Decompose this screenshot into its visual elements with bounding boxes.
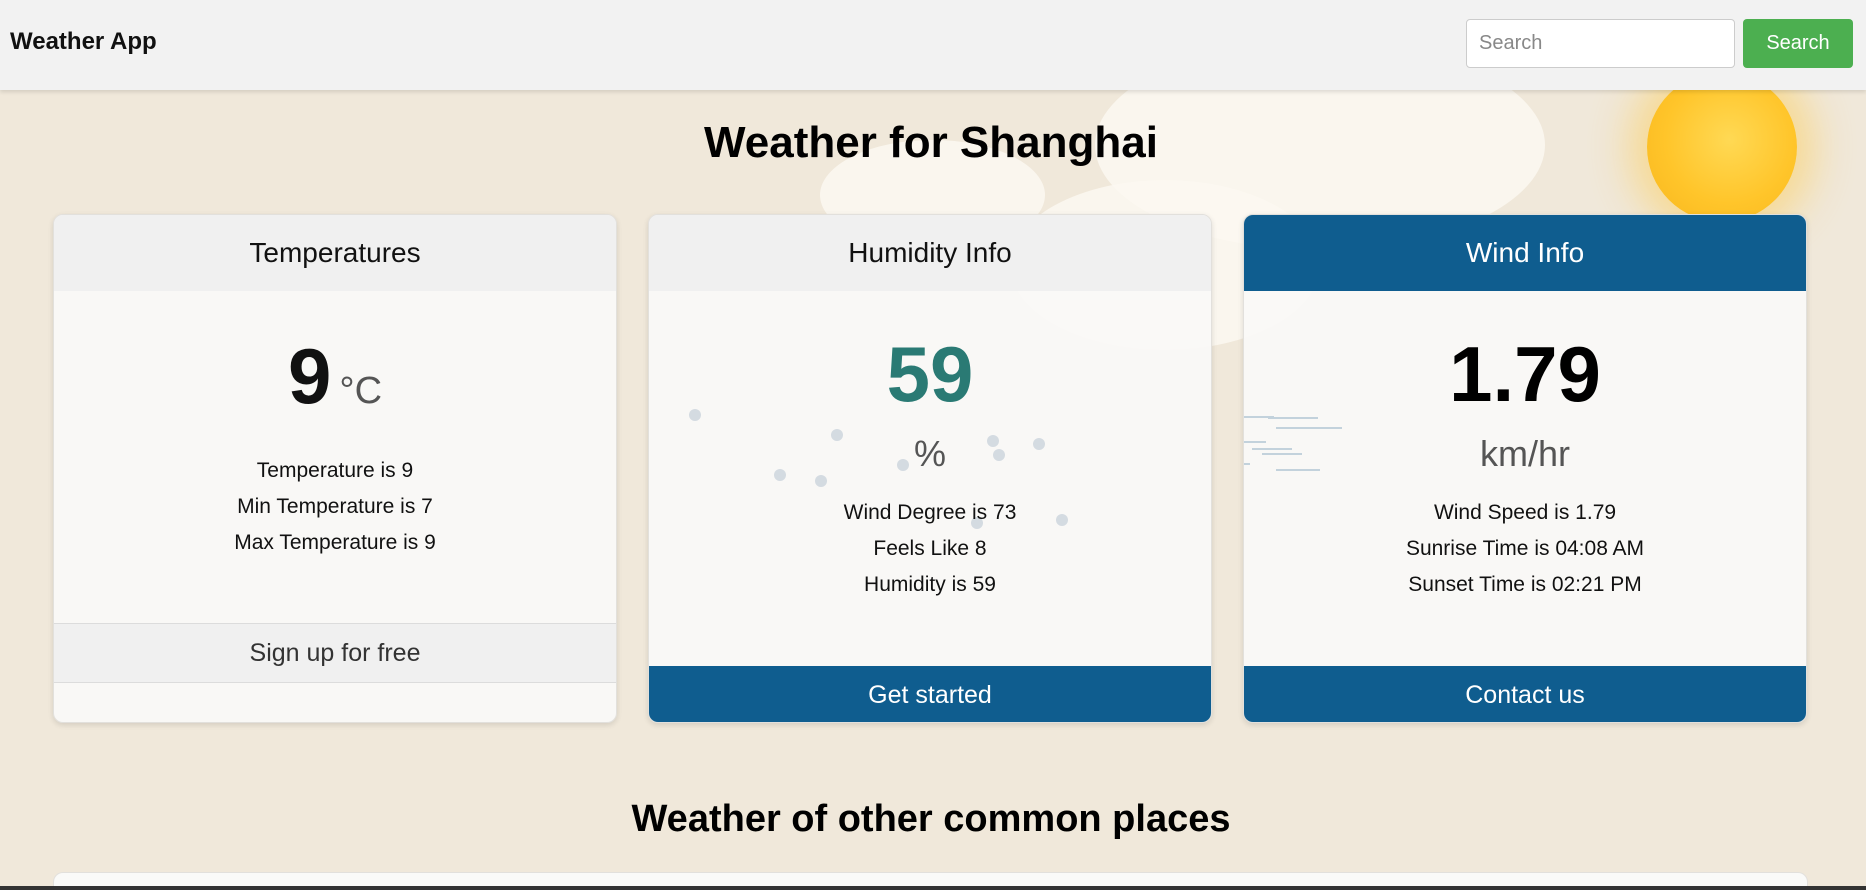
humidity-card: Humidity Info 59 % Wind Degree is 73 Fee… [648, 214, 1212, 723]
top-navigation-bar: Weather App Search [0, 0, 1866, 90]
temperature-detail: Temperature is 9 [256, 459, 414, 482]
wind-speed-detail: Wind Speed is 1.79 [1433, 501, 1617, 524]
humidity-detail: Humidity is 59 [864, 573, 996, 596]
window-bottom-edge [0, 886, 1866, 890]
app-title: Weather App [10, 28, 157, 55]
wind-lines-icon [1276, 427, 1342, 429]
humidity-card-header: Humidity Info [649, 215, 1211, 291]
wind-unit: km/hr [1480, 433, 1570, 474]
page-title: Weather for Shanghai [704, 118, 1158, 167]
humidity-details: Wind Degree is 73 Feels Like 8 Humidity … [649, 495, 1211, 603]
sunrise-time-detail: Sunrise Time is 04:08 AM [1405, 537, 1645, 560]
raindrop-icon [815, 475, 827, 487]
wind-card-header: Wind Info [1244, 215, 1806, 291]
humidity-value: 59 [886, 330, 974, 418]
max-temperature-detail: Max Temperature is 9 [234, 531, 436, 554]
sign-up-button[interactable]: Sign up for free [54, 623, 616, 683]
wind-value: 1.79 [1449, 330, 1601, 418]
sunset-time-detail: Sunset Time is 02:21 PM [1408, 573, 1642, 596]
humidity-unit: % [913, 433, 946, 474]
get-started-button[interactable]: Get started [649, 666, 1211, 722]
temperature-value-display: 9 °C [54, 337, 616, 415]
wind-card: Wind Info 1.79 km/hr Wind Speed is 1.79 … [1243, 214, 1807, 723]
feels-like-detail: Feels Like 8 [873, 537, 987, 560]
temperature-details: Temperature is 9 Min Temperature is 7 Ma… [54, 453, 616, 561]
wind-lines-icon [1268, 417, 1318, 419]
temperature-value: 9 [287, 332, 332, 420]
other-places-title: Weather of other common places [631, 798, 1231, 840]
search-input[interactable] [1466, 19, 1735, 68]
min-temperature-detail: Min Temperature is 7 [237, 495, 433, 518]
search-button[interactable]: Search [1743, 19, 1853, 68]
temperature-card: Temperatures 9 °C Temperature is 9 Min Te… [53, 214, 617, 723]
temperature-card-header: Temperatures [54, 215, 616, 291]
wind-degree-detail: Wind Degree is 73 [843, 501, 1017, 524]
wind-details: Wind Speed is 1.79 Sunrise Time is 04:08… [1244, 495, 1806, 603]
contact-us-button[interactable]: Contact us [1244, 666, 1806, 722]
temperature-unit: °C [339, 370, 383, 412]
